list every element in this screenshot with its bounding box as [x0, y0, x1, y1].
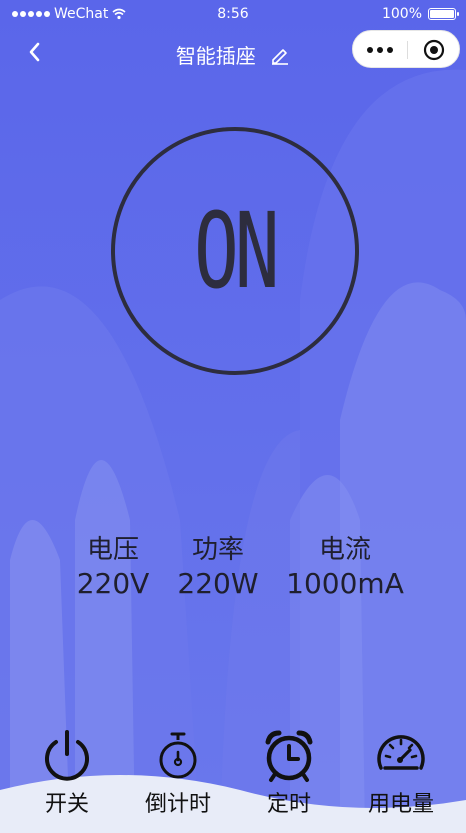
toolbar-label: 倒计时 — [144, 792, 211, 817]
toolbar-schedule[interactable]: 定时 — [239, 728, 339, 818]
metric-value: 1000mA — [286, 567, 404, 600]
metric-label: 电压 — [86, 535, 139, 565]
metric-label: 电流 — [318, 535, 371, 565]
more-dots-icon[interactable] — [367, 43, 395, 57]
battery-icon — [428, 8, 459, 20]
metrics-panel: 电压 220V 功率 220W 电流 1000mA — [0, 534, 466, 614]
status-bar: WeChat 8:56 100% — [0, 0, 466, 30]
power-toggle[interactable]: ON — [111, 127, 359, 375]
page-title: 智能插座 — [175, 44, 256, 68]
mini-program-capsule — [352, 30, 460, 68]
alarm-clock-icon — [265, 730, 313, 782]
metric-value: 220V — [76, 567, 150, 600]
metric-voltage: 电压 220V — [70, 534, 156, 602]
toolbar-label: 开关 — [44, 792, 89, 817]
toolbar-label: 用电量 — [367, 792, 434, 817]
navigation-bar: 智能插座 — [0, 30, 466, 76]
battery-status: 100% — [381, 6, 459, 22]
toolbar-countdown[interactable]: 倒计时 — [128, 728, 228, 818]
power-icon — [45, 730, 89, 781]
battery-percent: 100% — [381, 6, 422, 22]
toolbar-label: 定时 — [266, 792, 311, 817]
bottom-toolbar: 开关 倒计时 定时 用电量 — [0, 728, 466, 828]
power-state-label: ON — [194, 190, 280, 312]
stopwatch-icon — [159, 732, 197, 779]
gauge-icon — [377, 735, 425, 770]
target-icon[interactable] — [423, 39, 445, 61]
background-illustration — [0, 0, 466, 833]
metric-current: 电流 1000mA — [282, 534, 408, 602]
pencil-icon[interactable] — [270, 45, 290, 65]
toolbar-energy-usage[interactable]: 用电量 — [351, 728, 451, 818]
metric-power: 功率 220W — [170, 534, 266, 602]
metric-value: 220W — [177, 567, 259, 600]
metric-label: 功率 — [191, 535, 244, 565]
toolbar-switch[interactable]: 开关 — [17, 728, 117, 818]
